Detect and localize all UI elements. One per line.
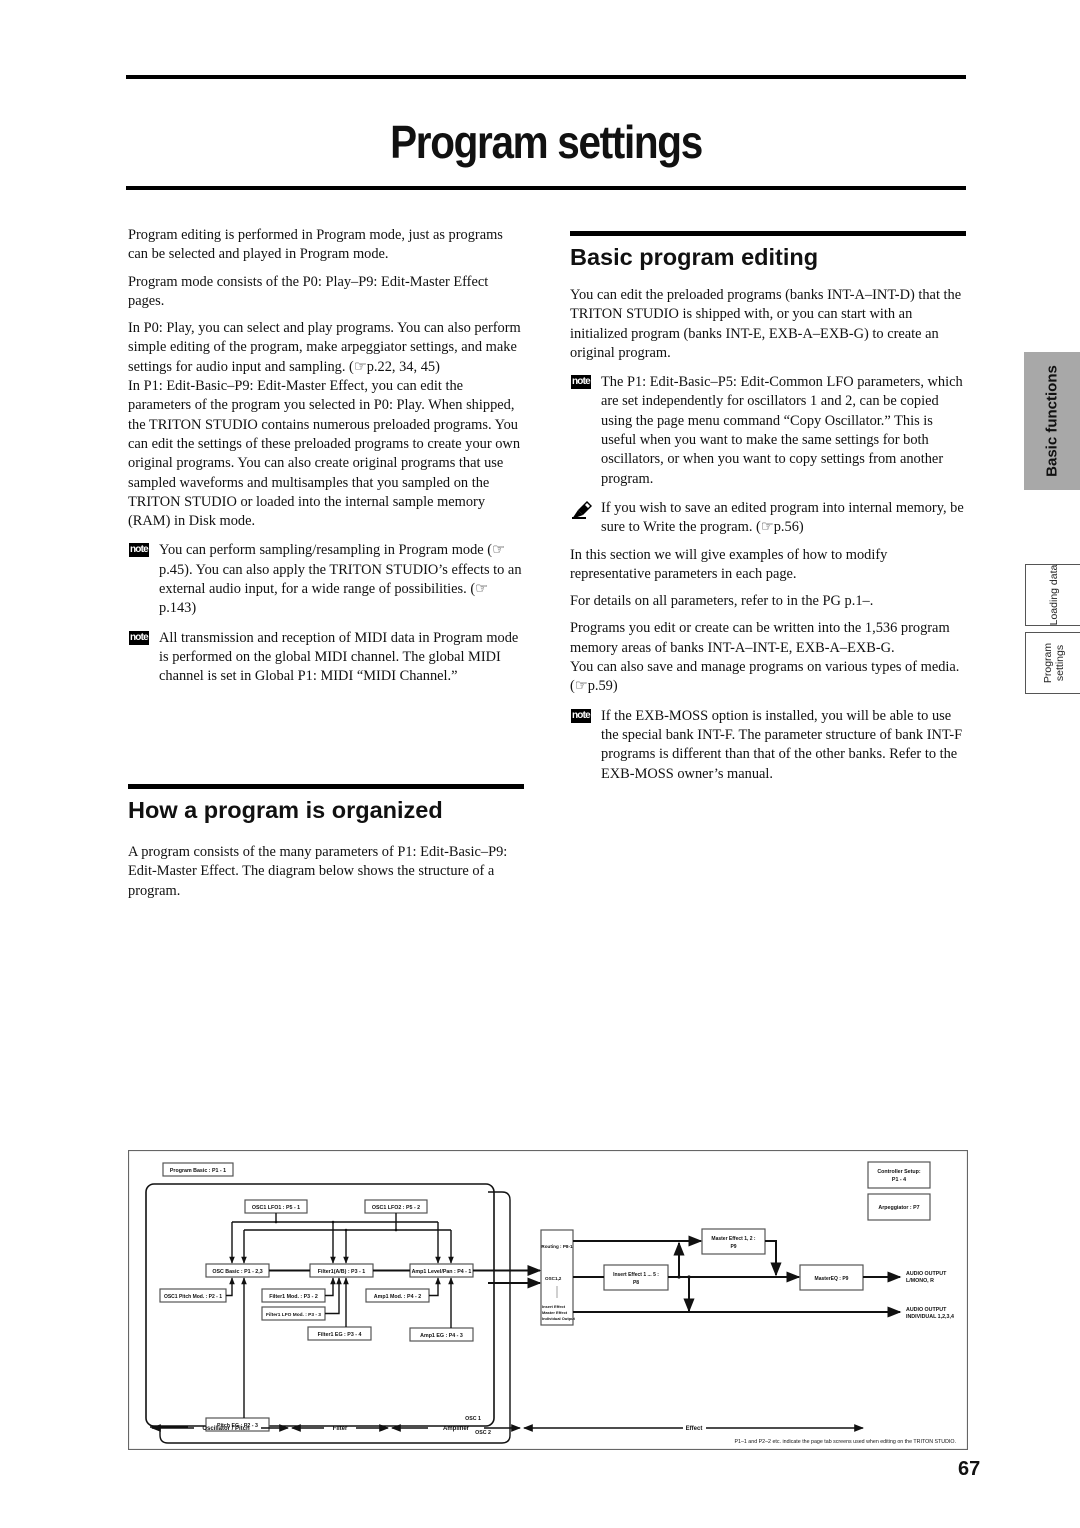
- note-block: note If the EXB-MOSS option is installed…: [570, 707, 966, 784]
- side-tab-program-settings[interactable]: Program settings: [1025, 632, 1080, 694]
- paragraph: A program consists of the many parameter…: [128, 844, 508, 899]
- page-number: 67: [958, 1458, 981, 1480]
- audio-output-main-sub: L/MONO, R: [906, 1278, 934, 1284]
- block-amp1-level: Amp1 Level/Pan : P4 - 1: [409, 1263, 474, 1278]
- block-osc1-lfo2: OSC1 LFO2 : P5 - 2: [364, 1199, 428, 1214]
- audio-output-individual: AUDIO OUTPUT: [906, 1307, 947, 1313]
- side-tab-basic-functions[interactable]: Basic functions: [1024, 352, 1080, 490]
- svg-text:OSC1 LFO1 : P5 - 1: OSC1 LFO1 : P5 - 1: [252, 1205, 300, 1211]
- svg-text:Amp1 EG : P4 - 3: Amp1 EG : P4 - 3: [420, 1333, 463, 1339]
- section-rule: [128, 784, 524, 789]
- note-badge-icon: note: [571, 708, 591, 723]
- caution-block: If you wish to save an edited program in…: [570, 499, 966, 538]
- svg-text:Routing : P8-1: Routing : P8-1: [541, 1244, 573, 1249]
- side-tab-label: Basic functions: [1043, 365, 1061, 477]
- note-badge-icon: note: [571, 375, 591, 390]
- svg-text:Filter1 Mod. : P3 - 2: Filter1 Mod. : P3 - 2: [269, 1294, 318, 1300]
- block-amp1-mod: Amp1 Mod. : P4 - 2: [365, 1288, 430, 1303]
- svg-text:OSC Basic : P1 - 2,3: OSC Basic : P1 - 2,3: [212, 1269, 262, 1275]
- block-filter1-lfo-mod: Filter1 LFO Mod. : P3 - 3: [261, 1306, 326, 1321]
- block-amp1-eg: Amp1 EG : P4 - 3: [409, 1327, 474, 1342]
- paragraph: For details on all parameters, refer to …: [570, 593, 874, 610]
- diagram-footnote: P1–1 and P2–2 etc. indicate the page tab…: [734, 1439, 956, 1445]
- note-badge-icon: note: [129, 630, 149, 645]
- stage-label: Effect: [686, 1426, 703, 1432]
- side-tab-label: Loading data: [1047, 564, 1060, 626]
- svg-text:Insert Effect 1 ... 5 :: Insert Effect 1 ... 5 :: [613, 1272, 659, 1278]
- title-bottom-rule: [126, 186, 966, 190]
- svg-text:OSC1,2: OSC1,2: [545, 1276, 562, 1281]
- side-tab-line: Program: [1041, 642, 1054, 684]
- paragraph: In P0: Play, you can select and play pro…: [128, 320, 521, 375]
- svg-text:P8: P8: [633, 1280, 639, 1286]
- osc1-label: OSC 1: [465, 1416, 481, 1422]
- svg-text:P9: P9: [730, 1244, 736, 1250]
- svg-text:OSC1 LFO2 : P5 - 2: OSC1 LFO2 : P5 - 2: [372, 1205, 420, 1211]
- svg-text:Amp1 Mod. : P4 - 2: Amp1 Mod. : P4 - 2: [374, 1294, 421, 1300]
- svg-text:Filter1 EG : P3 - 4: Filter1 EG : P3 - 4: [318, 1332, 362, 1338]
- paragraph: Programs you edit or create can be writt…: [570, 620, 950, 656]
- stage-label: Filter: [333, 1426, 348, 1432]
- svg-text:Controller Setup:: Controller Setup:: [877, 1169, 920, 1175]
- svg-text:Program Basic : P1 - 1: Program Basic : P1 - 1: [170, 1168, 226, 1174]
- stage-label: Amplifier: [443, 1426, 470, 1432]
- note-text: You can perform sampling/resampling in P…: [159, 542, 522, 617]
- audio-output-main: AUDIO OUTPUT: [906, 1271, 947, 1277]
- section-how-organized: How a program is organized A program con…: [128, 784, 524, 909]
- section-heading: How a program is organized: [128, 797, 443, 823]
- svg-text:Filter1 LFO Mod. : P3 - 3: Filter1 LFO Mod. : P3 - 3: [266, 1312, 321, 1318]
- paragraph: You can edit the preloaded programs (ban…: [570, 287, 962, 361]
- block-program-basic: Program Basic : P1 - 1: [162, 1162, 234, 1177]
- paragraph: In P1: Edit-Basic–P9: Edit-Master Effect…: [128, 378, 521, 530]
- svg-text:Individual Output: Individual Output: [542, 1316, 576, 1321]
- side-tab-label: Program settings: [1042, 643, 1066, 683]
- paragraph: You can also save and manage programs on…: [570, 659, 960, 695]
- block-osc-basic: OSC Basic : P1 - 2,3: [205, 1263, 270, 1278]
- block-master-eq: MasterEQ : P9: [799, 1264, 864, 1291]
- note-badge-icon: note: [129, 543, 149, 558]
- audio-output-individual-sub: INDIVIDUAL 1,2,3,4: [906, 1314, 954, 1320]
- title-top-rule: [126, 75, 966, 79]
- side-tab-loading-data[interactable]: Loading data: [1025, 564, 1080, 626]
- note-block: note You can perform sampling/resampling…: [128, 541, 524, 618]
- page-title: Program settings: [390, 116, 703, 168]
- block-controller-setup: Controller Setup: P1 - 4: [867, 1161, 931, 1189]
- block-routing: Routing : P8-1 OSC1,2 Insert Effect Mast…: [540, 1229, 576, 1326]
- svg-text:Filter1(A/B) : P3 - 1: Filter1(A/B) : P3 - 1: [318, 1269, 365, 1275]
- right-column: Basic program editing You can edit the p…: [570, 231, 966, 792]
- pencil-caution-icon: [572, 500, 592, 519]
- note-block: note The P1: Edit-Basic–P5: Edit-Common …: [570, 373, 966, 489]
- note-block: note All transmission and reception of M…: [128, 629, 524, 687]
- note-text: All transmission and reception of MIDI d…: [159, 629, 519, 685]
- block-insert-effect: Insert Effect 1 ... 5 : P8: [603, 1264, 669, 1291]
- svg-text:Amp1 Level/Pan : P4 - 1: Amp1 Level/Pan : P4 - 1: [412, 1269, 472, 1275]
- svg-text:Master Effect: Master Effect: [542, 1310, 568, 1315]
- svg-text:Insert Effect: Insert Effect: [542, 1304, 566, 1309]
- note-text: The P1: Edit-Basic–P5: Edit-Common LFO p…: [601, 374, 963, 487]
- block-osc1-lfo1: OSC1 LFO1 : P5 - 1: [244, 1199, 308, 1214]
- block-master-effect: Master Effect 1, 2 : P9: [701, 1228, 766, 1255]
- svg-text:Arpeggiator : P7: Arpeggiator : P7: [878, 1205, 919, 1211]
- paragraph: Program mode consists of the P0: Play–P9…: [128, 273, 489, 309]
- paragraph: In this section we will give examples of…: [570, 546, 888, 582]
- svg-text:Master Effect 1, 2 :: Master Effect 1, 2 :: [711, 1236, 756, 1242]
- block-filter1: Filter1(A/B) : P3 - 1: [309, 1263, 374, 1278]
- caution-text: If you wish to save an edited program in…: [601, 499, 964, 536]
- stage-label: Oscillator / Pitch: [202, 1426, 250, 1432]
- program-structure-diagram: Program Basic : P1 - 1 Controller Setup:…: [128, 1150, 968, 1450]
- note-text: If the EXB-MOSS option is installed, you…: [601, 707, 963, 782]
- block-filter1-eg: Filter1 EG : P3 - 4: [307, 1326, 372, 1341]
- left-column: Program editing is performed in Program …: [128, 226, 524, 695]
- svg-text:MasterEQ : P9: MasterEQ : P9: [815, 1276, 849, 1282]
- section-rule: [570, 231, 966, 236]
- section-heading: Basic program editing: [570, 244, 819, 270]
- svg-text:P1 - 4: P1 - 4: [892, 1177, 906, 1183]
- svg-text:OSC1 Pitch Mod. : P2 - 1: OSC1 Pitch Mod. : P2 - 1: [164, 1294, 222, 1300]
- block-arpeggiator: Arpeggiator : P7: [867, 1193, 931, 1221]
- side-tab-line: settings: [1053, 644, 1066, 682]
- block-filter1-mod: Filter1 Mod. : P3 - 2: [261, 1288, 326, 1303]
- block-osc1-pitch-mod: OSC1 Pitch Mod. : P2 - 1: [159, 1288, 227, 1303]
- osc2-label: OSC 2: [475, 1430, 491, 1436]
- paragraph: Program editing is performed in Program …: [128, 227, 503, 263]
